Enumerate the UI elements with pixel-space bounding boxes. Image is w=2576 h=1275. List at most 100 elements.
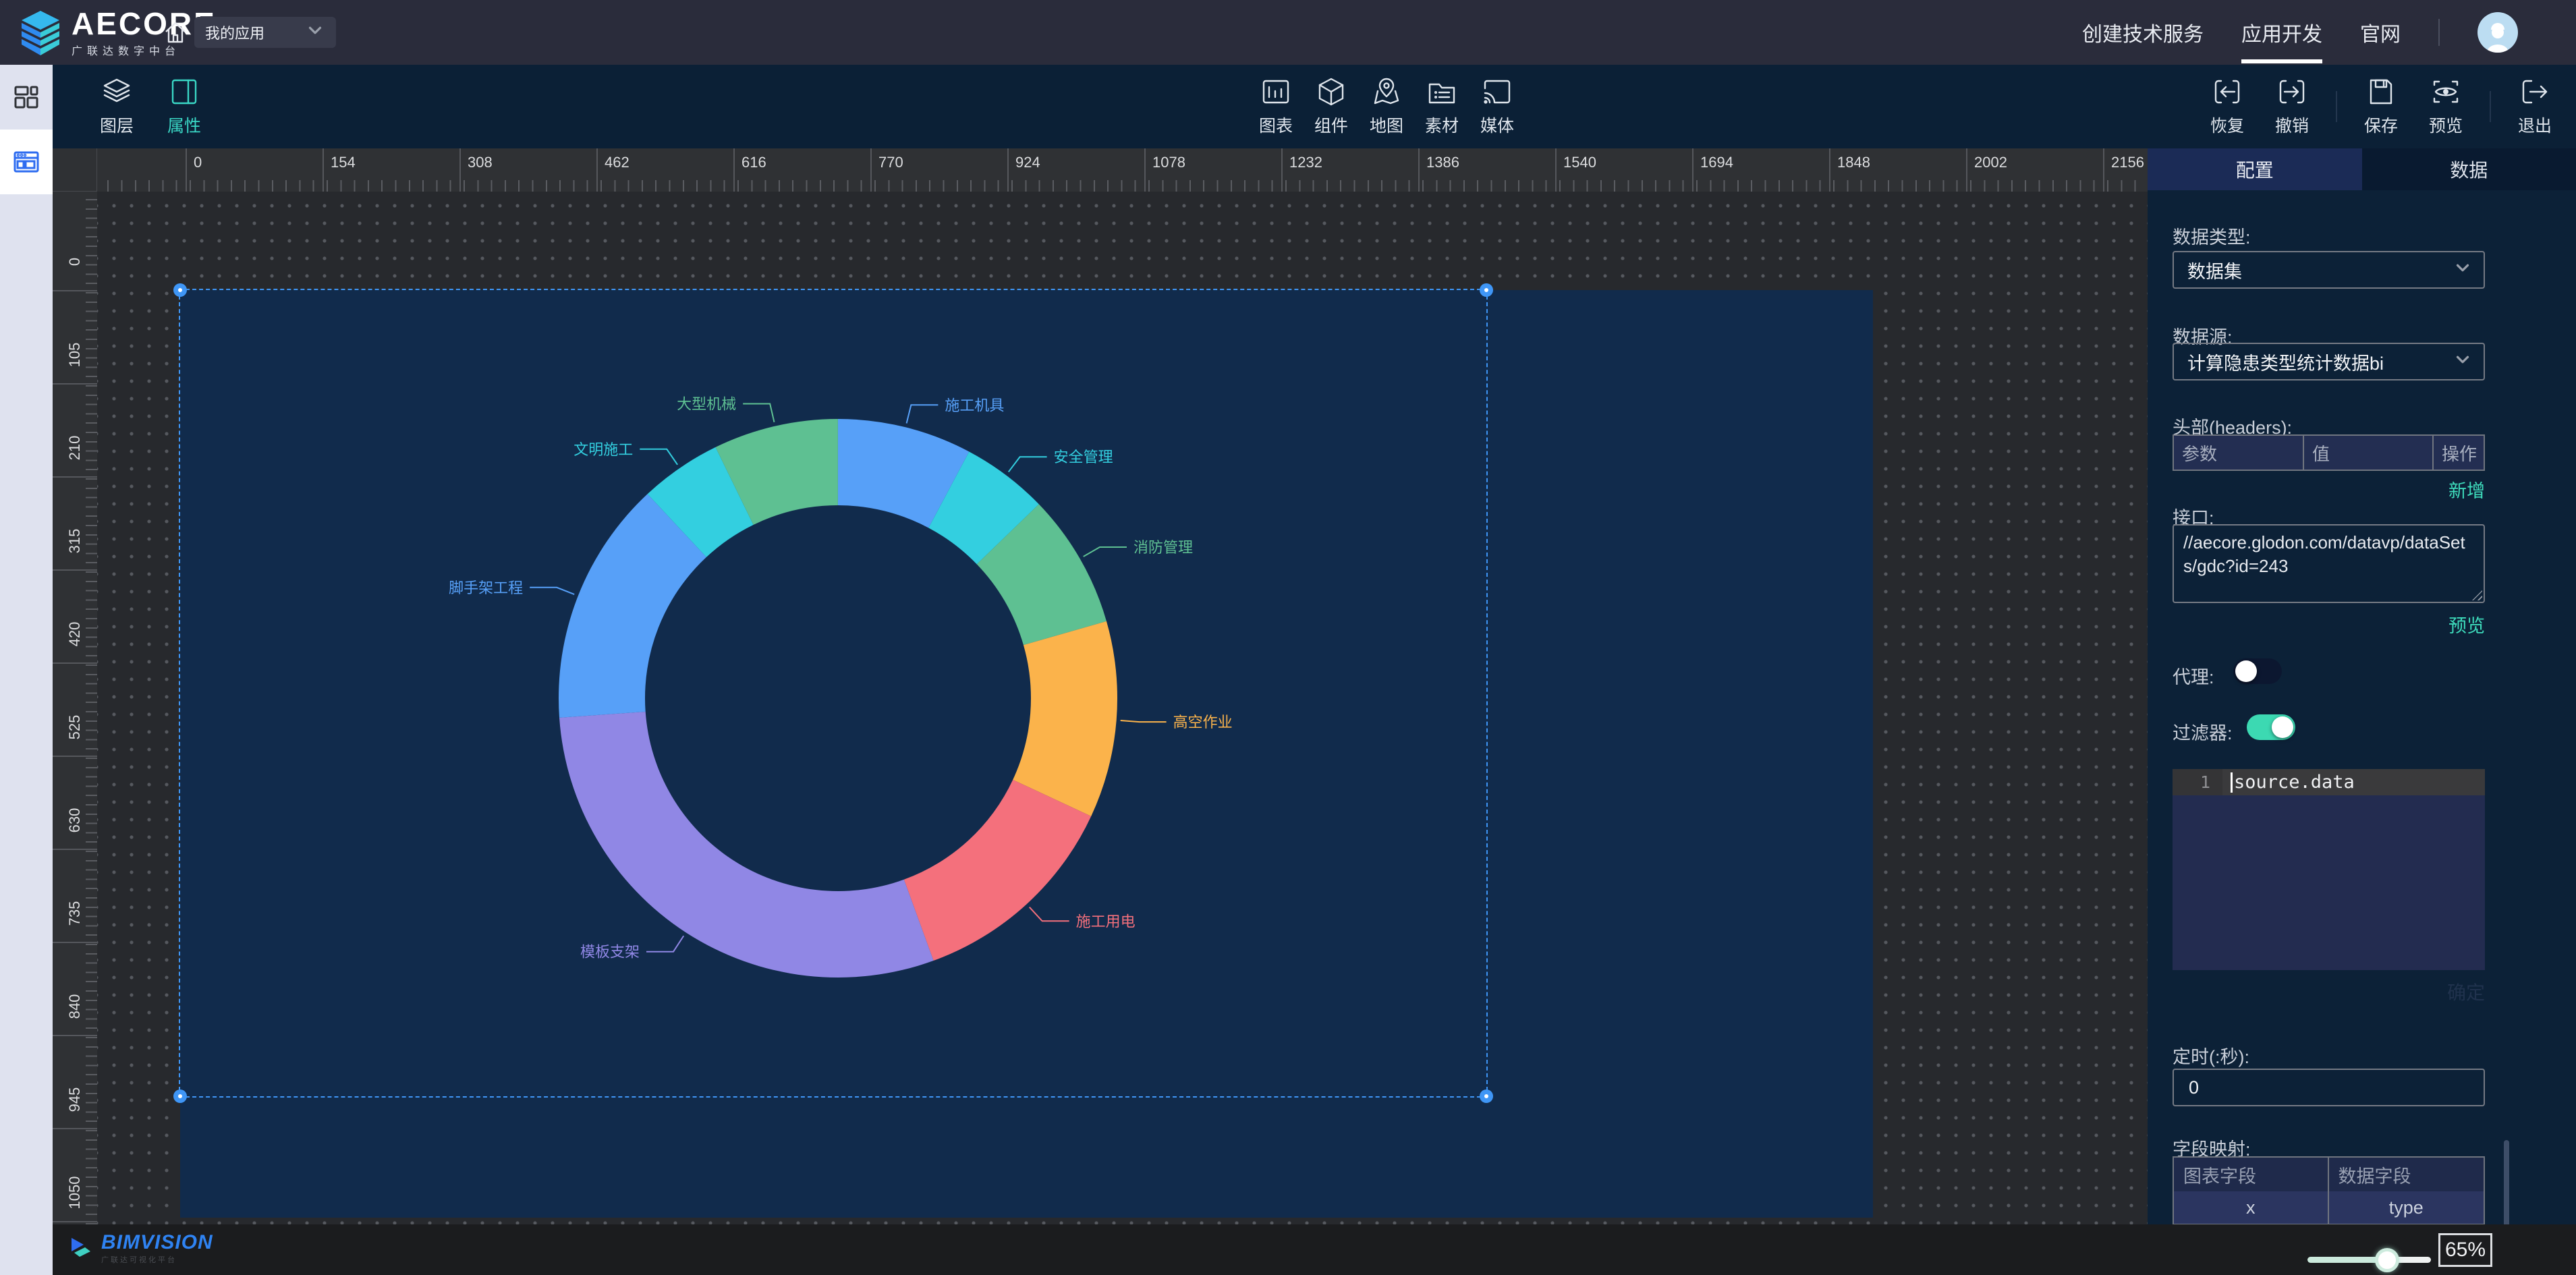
bimvision-logo: BIMVISION 广联达可视化平台 [67, 1232, 213, 1265]
cube-icon [1316, 76, 1347, 107]
label-leader-line [646, 936, 683, 951]
slice-label: 脚手架工程 [449, 579, 523, 596]
field-mapping-table: 图表字段 数据字段 x type [2173, 1156, 2485, 1225]
label-leader-line [1121, 720, 1167, 722]
label-leader-line [743, 403, 774, 422]
preview-button[interactable]: 预览 [2418, 65, 2473, 148]
eye-preview-icon [2430, 76, 2461, 107]
tab-config[interactable]: 配置 [2148, 148, 2362, 190]
donut-chart[interactable]: 施工机具安全管理消防管理高空作业施工用电模板支架脚手架工程文明施工大型机械 [180, 290, 1486, 1096]
exit-button[interactable]: 退出 [2507, 65, 2563, 148]
label-leader-line [530, 588, 574, 594]
nav-link-app-dev[interactable]: 应用开发 [2241, 0, 2322, 65]
timer-input[interactable]: 0 [2173, 1069, 2485, 1106]
headers-table: 参数 值 操作 [2173, 434, 2485, 471]
slice-label: 安全管理 [1054, 449, 1113, 465]
nav-divider [2438, 19, 2440, 46]
canvas-workspace[interactable]: 施工机具安全管理消防管理高空作业施工用电模板支架脚手架工程文明施工大型机械 [97, 192, 2148, 1224]
chevron-down-icon [2453, 258, 2473, 283]
slice-label: 消防管理 [1133, 539, 1193, 556]
properties-panel-icon [169, 76, 200, 107]
chevron-down-icon [2453, 349, 2473, 374]
selection-handle[interactable] [173, 283, 187, 297]
charts-button[interactable]: 图表 [1248, 65, 1304, 148]
folder-list-icon [1426, 76, 1457, 107]
slice-label: 文明施工 [573, 441, 633, 458]
label-leader-line [1084, 547, 1127, 557]
add-header-link[interactable]: 新增 [2448, 476, 2485, 503]
ruler-corner [53, 148, 97, 192]
media-cast-icon [1482, 76, 1513, 107]
line-number: 1 [2173, 769, 2222, 795]
filter-code: source.data [2234, 772, 2355, 793]
workspace-select-value: 我的应用 [205, 22, 264, 43]
data-source-select[interactable]: 计算隐患类型统计数据bi [2173, 343, 2485, 380]
media-button[interactable]: 媒体 [1469, 65, 1525, 148]
donut-slice[interactable] [559, 712, 934, 978]
mapping-col-data-field: 数据字段 [2329, 1158, 2484, 1191]
data-type-select[interactable]: 数据集 [2173, 251, 2485, 289]
widgets-icon [11, 82, 41, 112]
slice-label: 模板支架 [580, 944, 640, 961]
save-button[interactable]: 保存 [2353, 65, 2409, 148]
chevron-down-icon [305, 20, 325, 45]
nav-link-create-service[interactable]: 创建技术服务 [2082, 0, 2204, 65]
app-sidebar [0, 65, 53, 1275]
panel-scrollbar[interactable] [2504, 1140, 2509, 1235]
bimvision-brand-subtitle: 广联达可视化平台 [101, 1254, 213, 1265]
bar-chart-icon [1260, 76, 1291, 107]
proxy-toggle[interactable] [2233, 658, 2282, 684]
bimvision-brand: BIMVISION [101, 1232, 213, 1253]
filter-code-editor[interactable]: 1 source.data [2173, 769, 2485, 970]
mapping-col-chart-field: 图表字段 [2174, 1158, 2329, 1191]
timer-label: 定时(:秒): [2173, 1042, 2249, 1069]
restore-button[interactable]: 恢复 [2200, 65, 2255, 148]
undo-button[interactable]: 撤销 [2264, 65, 2320, 148]
config-panel: 配置 数据 数据类型: 数据集 数据源: 计算隐患类型统计数据bi 头部(hea… [2148, 148, 2576, 1224]
components-button[interactable]: 组件 [1304, 65, 1359, 148]
confirm-button[interactable]: 确定 [2447, 978, 2485, 1005]
exit-icon [2519, 76, 2550, 107]
selected-chart-widget[interactable]: 施工机具安全管理消防管理高空作业施工用电模板支架脚手架工程文明施工大型机械 [180, 290, 1486, 1096]
selection-handle[interactable] [1480, 283, 1493, 297]
toolbar-divider [2336, 91, 2337, 122]
bimvision-logo-icon [67, 1235, 94, 1262]
map-button[interactable]: 地图 [1359, 65, 1414, 148]
properties-button[interactable]: 属性 [157, 65, 212, 148]
map-pin-icon [1371, 76, 1402, 107]
home-button[interactable] [162, 19, 189, 46]
sidebar-item-widgets[interactable] [0, 65, 53, 130]
label-leader-line [907, 405, 939, 423]
home-icon [162, 19, 189, 46]
selection-handle[interactable] [1480, 1089, 1493, 1103]
selection-handle[interactable] [173, 1089, 187, 1103]
status-bar: BIMVISION 广联达可视化平台 65% [53, 1224, 2576, 1275]
proxy-label: 代理: [2173, 662, 2214, 689]
vertical-ruler[interactable]: 01052103154205256307358409451050 [53, 192, 97, 1224]
slice-label: 施工用电 [1076, 913, 1136, 930]
preview-link[interactable]: 预览 [2448, 611, 2485, 638]
workspace-select[interactable]: 我的应用 [194, 17, 336, 48]
aecore-logo-icon [18, 9, 63, 57]
save-floppy-icon [2365, 76, 2397, 107]
slice-label: 施工机具 [945, 397, 1004, 414]
filter-toggle[interactable] [2247, 714, 2295, 740]
assets-button[interactable]: 素材 [1414, 65, 1469, 148]
sidebar-item-pages[interactable] [0, 130, 53, 194]
donut-slice[interactable] [1013, 621, 1117, 816]
text-caret [2231, 772, 2233, 793]
avatar[interactable] [2477, 12, 2518, 53]
horizontal-ruler[interactable]: -154015430846261677092410781232138615401… [53, 148, 2148, 192]
label-leader-line [1009, 457, 1047, 472]
redo-arrow-icon [2212, 76, 2243, 107]
mapping-chart-field: x [2174, 1191, 2329, 1224]
layers-button[interactable]: 图层 [89, 65, 144, 148]
zoom-slider-knob[interactable] [2375, 1248, 2399, 1272]
headers-col-param: 参数 [2174, 436, 2304, 470]
table-row[interactable]: x type [2174, 1191, 2484, 1224]
donut-slice[interactable] [904, 780, 1091, 961]
nav-link-official-site[interactable]: 官网 [2360, 0, 2401, 65]
api-url-textarea[interactable]: //aecore.glodon.com/datavp/dataSets/gdc?… [2173, 524, 2485, 603]
layers-icon [101, 76, 132, 107]
tab-data[interactable]: 数据 [2362, 148, 2576, 190]
